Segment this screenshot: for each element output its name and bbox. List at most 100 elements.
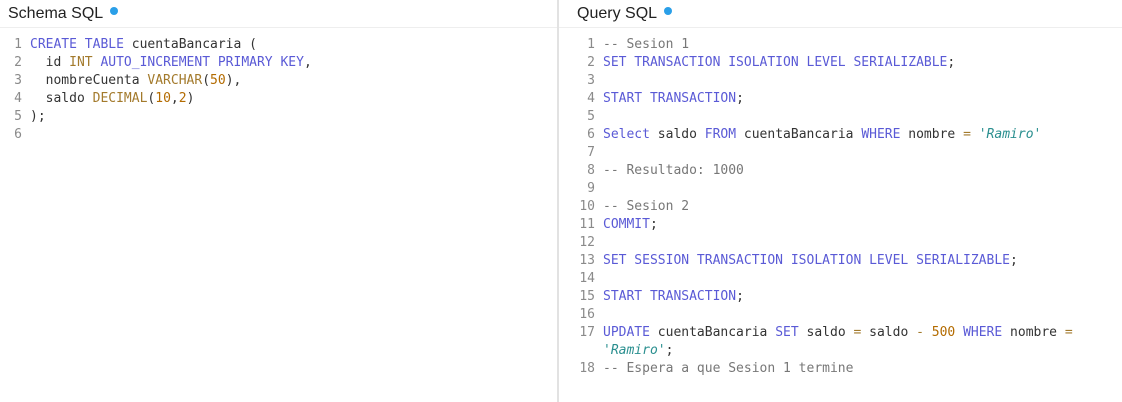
code-token: -: [916, 325, 924, 340]
code-token: 10: [155, 91, 171, 106]
code-token: id: [30, 55, 70, 70]
line-number: 3: [587, 73, 595, 88]
code-line: 8 -- Resultado: 1000: [559, 162, 1122, 180]
code-token: ;: [649, 217, 658, 232]
code-text: 'Ramiro';: [595, 342, 673, 360]
code-token: ),: [225, 73, 242, 88]
code-token: saldo: [861, 325, 917, 340]
code-token: saldo: [798, 325, 854, 340]
line-number: [559, 342, 595, 360]
query-editor[interactable]: 1 -- Sesion 1 2 SET TRANSACTION ISOLATION L…: [559, 36, 1122, 378]
code-token: CREATE TABLE: [30, 37, 124, 52]
code-line: 'Ramiro';: [559, 342, 1122, 360]
code-token: =: [1064, 325, 1073, 340]
query-title: Query SQL: [577, 5, 658, 22]
line-number: 17: [579, 325, 595, 340]
line-number: 6: [587, 127, 595, 142]
code-token: Select: [603, 127, 650, 142]
code-token: nombreCuenta: [30, 73, 148, 88]
code-line: 5: [559, 108, 1122, 126]
schema-pane: Schema SQL 1 CREATE TABLE cuentaBancaria …: [0, 0, 557, 402]
code-token: ;: [736, 289, 744, 304]
code-token: ): [186, 91, 195, 106]
line-number: 8: [587, 163, 595, 178]
code-token: AUTO_INCREMENT PRIMARY KEY: [92, 55, 304, 70]
code-token: COMMIT: [603, 217, 650, 232]
schema-editor[interactable]: 1 CREATE TABLE cuentaBancaria (2 id INT A…: [0, 36, 557, 144]
code-token: (: [202, 73, 211, 88]
code-token: =: [963, 127, 971, 142]
code-line: 4 START TRANSACTION;: [559, 90, 1122, 108]
code-token: cuentaBancaria (: [123, 37, 257, 52]
code-text: -- Sesion 2: [595, 198, 689, 216]
code-line: 13 SET SESSION TRANSACTION ISOLATION LEVE…: [559, 252, 1122, 270]
code-line: 17 UPDATE cuentaBancaria SET saldo = sald…: [559, 324, 1122, 342]
line-number: 2: [587, 55, 595, 70]
code-token: -- Espera a que Sesion 1 termine: [603, 361, 854, 376]
line-number: 5: [587, 109, 595, 124]
code-token: ;: [665, 343, 674, 358]
code-token: ;: [736, 91, 744, 106]
line-number: 16: [579, 307, 595, 322]
line-number: 6: [14, 127, 22, 142]
code-token: ,: [303, 55, 312, 70]
code-line: 12: [559, 234, 1122, 252]
code-token: 2: [178, 91, 187, 106]
query-header-rule: [559, 27, 1122, 28]
line-number: 10: [579, 199, 595, 214]
code-token: WHERE: [861, 127, 901, 142]
code-token: nombre: [1002, 325, 1065, 340]
code-text: COMMIT;: [595, 216, 658, 234]
code-token: nombre: [900, 127, 964, 142]
code-token: VARCHAR: [147, 73, 203, 88]
code-token: 'Ramiro': [603, 343, 666, 358]
code-line: 4 saldo DECIMAL(10,2): [0, 90, 557, 108]
code-line: 10 -- Sesion 2: [559, 198, 1122, 216]
line-number: 9: [587, 181, 595, 196]
code-line: 7: [559, 144, 1122, 162]
code-line: 9: [559, 180, 1122, 198]
line-number: 11: [579, 217, 595, 232]
code-text: -- Sesion 1: [595, 36, 689, 54]
status-dot-icon: [110, 7, 119, 15]
code-text: id INT AUTO_INCREMENT PRIMARY KEY,: [22, 54, 312, 72]
code-line: 11 COMMIT;: [559, 216, 1122, 234]
line-number: 2: [14, 55, 22, 70]
code-token: saldo: [30, 91, 93, 106]
code-text: );: [22, 108, 46, 126]
code-token: cuentaBancaria: [649, 325, 776, 340]
code-text: START TRANSACTION;: [595, 288, 744, 306]
code-token: );: [30, 109, 46, 124]
code-line: 3: [559, 72, 1122, 90]
code-token: ;: [1010, 253, 1018, 268]
code-token: ,: [170, 91, 179, 106]
code-token: WHERE: [963, 325, 1003, 340]
code-text: SET TRANSACTION ISOLATION LEVEL SERIALIZ…: [595, 54, 955, 72]
code-line: 5);: [0, 108, 557, 126]
code-line: 16: [559, 306, 1122, 324]
code-token: 50: [210, 73, 226, 88]
code-line: 1 -- Sesion 1: [559, 36, 1122, 54]
line-number: 18: [579, 361, 595, 376]
code-token: FROM: [704, 127, 737, 142]
line-number: 3: [14, 73, 22, 88]
code-token: INT: [69, 55, 93, 70]
line-number: 4: [587, 91, 595, 106]
query-pane: Query SQL 1 -- Sesion 1 2 SET TRANSACTION I…: [559, 0, 1122, 402]
code-text: CREATE TABLE cuentaBancaria (: [22, 36, 257, 54]
code-token: 500: [931, 325, 956, 340]
code-text: -- Espera a que Sesion 1 termine: [595, 360, 853, 378]
line-number: 7: [587, 145, 595, 160]
code-text: saldo DECIMAL(10,2): [22, 90, 195, 108]
line-number: 4: [14, 91, 22, 106]
line-number: 5: [14, 109, 22, 124]
code-token: 'Ramiro': [978, 127, 1042, 142]
